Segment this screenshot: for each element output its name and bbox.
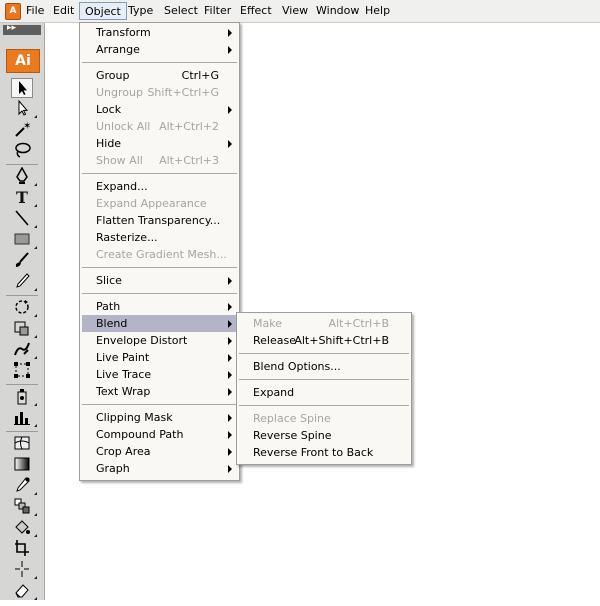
illustrator-app-icon[interactable]: A [5, 3, 21, 20]
menu-file[interactable]: File [21, 2, 49, 20]
menu-window[interactable]: Window [311, 2, 364, 20]
menu-item-path[interactable]: Path [82, 298, 237, 315]
menu-item-group[interactable]: Group Ctrl+G [82, 67, 237, 84]
free-transform-icon[interactable] [11, 361, 33, 381]
menu-edit[interactable]: Edit [48, 2, 79, 20]
menu-item-compound-path[interactable]: Compound Path [82, 426, 237, 443]
menu-item-ungroup: Ungroup Shift+Ctrl+G [96, 86, 219, 99]
menu-item-blend[interactable]: Blend [82, 315, 237, 332]
menu-item-expand[interactable]: Expand... [82, 178, 237, 195]
tools-panel: ▸▸ Ai ✶ T [0, 23, 45, 600]
menu-item-reverse-spine[interactable]: Reverse Spine [239, 427, 409, 444]
menu-item-graph[interactable]: Graph [82, 460, 237, 477]
rectangle-icon[interactable] [11, 230, 37, 250]
menu-item-blend-options[interactable]: Blend Options... [239, 358, 409, 375]
menu-type[interactable]: Type [123, 2, 158, 20]
toolbox-collapse-handle[interactable]: ▸▸ [3, 23, 41, 35]
magic-wand-icon[interactable]: ✶ [11, 120, 33, 140]
eyedropper-icon[interactable] [11, 476, 37, 496]
rotate-icon[interactable] [11, 298, 37, 318]
blend-tool-icon[interactable] [11, 497, 37, 517]
menu-item-reverse-front-to-back[interactable]: Reverse Front to Back [239, 444, 409, 461]
menu-item-lock[interactable]: Lock [82, 101, 237, 118]
selection-arrow-icon[interactable] [11, 78, 33, 98]
menu-item-replace-spine: Replace Spine [253, 412, 331, 425]
mesh-icon[interactable] [11, 434, 33, 454]
menu-object[interactable]: Object [79, 2, 127, 20]
menu-item-hide[interactable]: Hide [82, 135, 237, 152]
menu-item-show-all: Show All Alt+Ctrl+3 [96, 154, 219, 167]
column-graph-icon[interactable] [11, 408, 37, 428]
menu-item-create-gradient-mesh: Create Gradient Mesh... [96, 248, 227, 261]
direct-selection-icon[interactable] [11, 99, 37, 119]
menu-item-transform[interactable]: Transform [82, 24, 237, 41]
menu-item-unlock-all: Unlock All Alt+Ctrl+2 [96, 120, 219, 133]
crop-area-icon[interactable] [11, 539, 33, 559]
menu-item-release[interactable]: Release Alt+Shift+Ctrl+B [239, 332, 409, 349]
object-menu-dropdown: Transform Arrange Group Ctrl+G Ungroup Shi… [79, 22, 240, 481]
pencil-icon[interactable] [11, 272, 37, 292]
blend-submenu: Make Alt+Ctrl+B Release Alt+Shift+Ctrl+B B… [236, 312, 412, 465]
symbol-sprayer-icon[interactable] [11, 387, 37, 407]
eraser-icon[interactable] [11, 581, 37, 601]
menu-item-live-trace[interactable]: Live Trace [82, 366, 237, 383]
menu-help[interactable]: Help [360, 2, 395, 20]
menu-view[interactable]: View [277, 2, 313, 20]
menu-item-crop-area[interactable]: Crop Area [82, 443, 237, 460]
menu-item-clipping-mask[interactable]: Clipping Mask [82, 409, 237, 426]
menu-item-arrange[interactable]: Arrange [82, 41, 237, 58]
lasso-icon[interactable] [11, 141, 33, 161]
line-segment-icon[interactable] [11, 209, 37, 229]
slice-scissors-icon[interactable] [11, 560, 37, 580]
menu-item-blend-expand[interactable]: Expand [239, 384, 409, 401]
menu-item-live-paint[interactable]: Live Paint [82, 349, 237, 366]
menu-item-flatten-transparency[interactable]: Flatten Transparency... [82, 212, 237, 229]
menu-item-envelope-distort[interactable]: Envelope Distort [82, 332, 237, 349]
ai-logo: Ai [6, 49, 40, 73]
warp-icon[interactable] [11, 340, 37, 360]
scale-icon[interactable] [11, 319, 37, 339]
pen-icon[interactable] [11, 166, 37, 187]
menu-effect[interactable]: Effect [235, 2, 277, 20]
menu-filter[interactable]: Filter [199, 2, 236, 20]
live-paint-bucket-icon[interactable] [11, 518, 37, 538]
svg-text:✶: ✶ [23, 121, 31, 132]
gradient-icon[interactable] [11, 455, 33, 475]
menu-item-text-wrap[interactable]: Text Wrap [82, 383, 237, 400]
type-icon[interactable]: T [11, 188, 37, 208]
menu-item-expand-appearance: Expand Appearance [96, 197, 207, 210]
paintbrush-icon[interactable] [11, 251, 33, 271]
menu-item-make: Make Alt+Ctrl+B [253, 317, 389, 330]
menu-select[interactable]: Select [159, 2, 203, 20]
menu-bar: A File Edit Object Type Select Filter Ef… [0, 0, 600, 23]
menu-item-slice[interactable]: Slice [82, 272, 237, 289]
menu-item-rasterize[interactable]: Rasterize... [82, 229, 237, 246]
